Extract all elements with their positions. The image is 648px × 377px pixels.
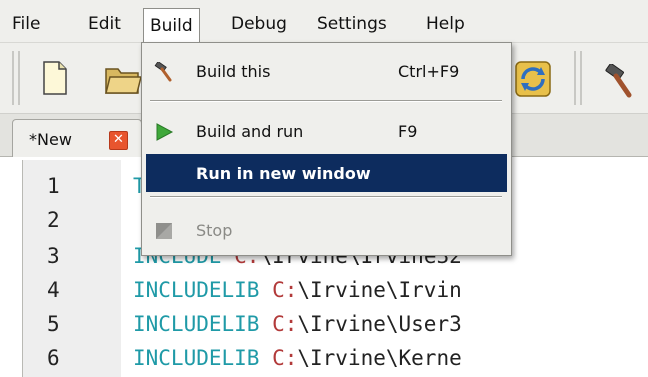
- line-number-gutter: 1 2 3 4 5 6: [23, 160, 121, 377]
- stop-icon: [154, 221, 174, 241]
- new-file-icon[interactable]: [42, 60, 68, 100]
- code-drive: C:: [272, 278, 298, 302]
- menu-settings[interactable]: Settings: [311, 10, 393, 38]
- code-line: INCLUDELIB C:\Irvine\User3: [133, 312, 462, 336]
- code-path: \Irvine\Irvin: [297, 278, 462, 302]
- menu-item-build-and-run[interactable]: Build and run F9: [146, 112, 507, 150]
- menu-item-label: Build this: [196, 62, 271, 81]
- line-number: 5: [47, 312, 60, 336]
- code-keyword: INCLUDELIB: [133, 346, 273, 370]
- code-drive: C:: [272, 346, 298, 370]
- menu-item-label: Stop: [196, 221, 233, 240]
- play-icon: [154, 122, 174, 142]
- menu-item-shortcut: F9: [398, 122, 418, 141]
- refresh-icon[interactable]: [514, 60, 552, 102]
- toolbar-separator: [12, 51, 20, 105]
- menu-debug[interactable]: Debug: [225, 10, 293, 38]
- menu-item-run-in-new-window[interactable]: Run in new window: [146, 154, 507, 192]
- menu-item-stop: Stop: [146, 211, 507, 249]
- tab-new[interactable]: *New ✕: [12, 119, 142, 157]
- line-number: 3: [47, 244, 60, 268]
- hammer-icon: [154, 60, 174, 82]
- toolbar-separator: [574, 51, 582, 105]
- menu-build[interactable]: Build: [143, 8, 200, 43]
- code-keyword: INCLUDELIB: [133, 278, 273, 302]
- open-folder-icon[interactable]: [104, 61, 142, 101]
- tab-label: *New: [29, 130, 72, 149]
- line-number: 2: [47, 208, 60, 232]
- menu-file[interactable]: File: [6, 10, 46, 38]
- menu-edit[interactable]: Edit: [82, 10, 127, 38]
- line-number: 4: [47, 278, 60, 302]
- menu-item-build-this[interactable]: Build this Ctrl+F9: [146, 52, 507, 90]
- line-number: 1: [47, 174, 60, 198]
- build-hammer-icon[interactable]: [603, 63, 637, 102]
- code-keyword: INCLUDELIB: [133, 312, 273, 336]
- code-path: \Irvine\User3: [297, 312, 462, 336]
- menu-item-label: Build and run: [196, 122, 304, 141]
- menu-separator: [150, 100, 502, 102]
- menu-help[interactable]: Help: [420, 10, 471, 38]
- close-icon[interactable]: ✕: [109, 131, 128, 150]
- code-path: \Irvine\Kerne: [297, 346, 462, 370]
- menu-item-label: Run in new window: [196, 164, 371, 183]
- code-line: INCLUDELIB C:\Irvine\Kerne: [133, 346, 462, 370]
- menu-separator: [150, 196, 502, 198]
- code-drive: C:: [272, 312, 298, 336]
- line-number: 6: [47, 346, 60, 370]
- menu-item-shortcut: Ctrl+F9: [398, 62, 460, 81]
- build-menu-dropdown: Build this Ctrl+F9 Build and run F9 Run …: [141, 42, 512, 256]
- code-line: INCLUDELIB C:\Irvine\Irvin: [133, 278, 462, 302]
- menu-bar: File Edit Build Debug Settings Help: [0, 0, 648, 43]
